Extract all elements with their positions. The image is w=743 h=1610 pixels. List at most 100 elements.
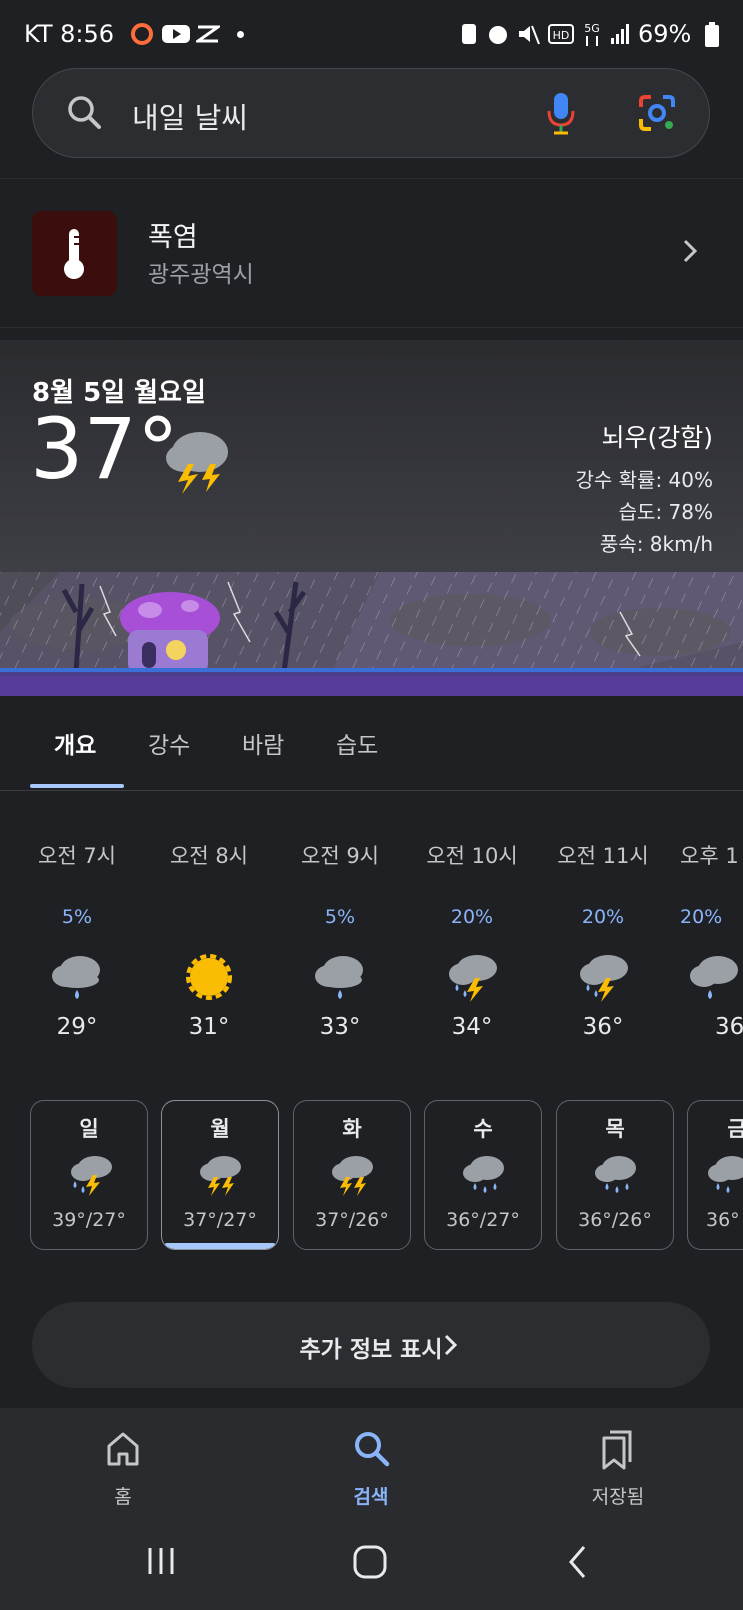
hour-temp: 36°	[582, 1014, 624, 1040]
day-temps: 36°/27°	[446, 1209, 520, 1231]
search-input[interactable]: 내일 날씨	[132, 95, 248, 137]
chevron-right-icon	[680, 237, 700, 265]
hour-time: 오전 7시	[38, 844, 116, 868]
thunderstorm-icon	[162, 424, 234, 496]
rain-icon	[285, 952, 395, 1002]
search-icon	[65, 93, 105, 133]
hour-time: 오전 10시	[426, 844, 518, 868]
alarm-icon	[486, 22, 510, 46]
tab-precipitation[interactable]: 강수	[148, 726, 190, 760]
hour-time: 오후 1	[680, 844, 739, 868]
search-bar[interactable]: 내일 날씨	[32, 68, 710, 158]
status-bar: KT 8:56 HD 5G 69%	[0, 0, 743, 68]
thunderstorm-icon	[548, 952, 658, 1002]
home-icon	[105, 1430, 141, 1468]
day-card-tue[interactable]: 화 37°/26°	[293, 1100, 411, 1250]
day-temps: 36°	[706, 1209, 740, 1231]
back-icon[interactable]	[566, 1544, 590, 1580]
battery-percent: 69%	[638, 20, 692, 48]
day-card-fri[interactable]: 금 36°	[687, 1100, 743, 1250]
day-card-sun[interactable]: 일 39°/27°	[30, 1100, 148, 1250]
chevron-right-icon	[442, 1332, 460, 1358]
day-name: 수	[473, 1117, 493, 1141]
alert-icon-box	[32, 211, 117, 296]
day-temps: 37°/27°	[183, 1209, 257, 1231]
svg-text:HD: HD	[553, 29, 570, 42]
hour-temp: 36	[715, 1014, 743, 1040]
signal-icon	[610, 22, 632, 46]
nav-saved[interactable]: 저장됨	[558, 1408, 678, 1514]
humidity: 습도: 78%	[618, 500, 713, 524]
home-button-icon[interactable]	[352, 1544, 388, 1580]
weather-condition: 뇌우(강함)	[601, 423, 713, 452]
tab-overview[interactable]: 개요	[54, 726, 96, 760]
hour-time: 오전 11시	[557, 844, 649, 868]
day-temps: 36°/26°	[578, 1209, 652, 1231]
bottom-navigation: 홈 검색 저장됨	[0, 1408, 743, 1514]
thunderstorm-icon	[31, 1153, 147, 1197]
thunderstorm-icon	[294, 1153, 410, 1197]
app-notification-icon	[193, 24, 223, 44]
weather-tabs: 개요 강수 바람 습도	[0, 696, 743, 791]
hd-icon: HD	[548, 22, 574, 46]
day-card-thu[interactable]: 목 36°/26°	[556, 1100, 674, 1250]
day-name: 화	[342, 1117, 362, 1141]
thunderstorm-icon	[162, 1153, 278, 1197]
hour-time: 오전 9시	[301, 844, 379, 868]
nav-home[interactable]: 홈	[63, 1408, 183, 1514]
hour-precip-prob: 20%	[680, 906, 723, 928]
hour-temp: 34°	[451, 1014, 493, 1040]
hour-precip-prob: 20%	[450, 906, 494, 928]
day-card-wed[interactable]: 수 36°/27°	[424, 1100, 542, 1250]
hour-precip-prob: 5%	[61, 906, 93, 928]
rain-icon	[557, 1153, 673, 1197]
more-notifications-dot	[237, 31, 244, 38]
nav-saved-label: 저장됨	[591, 1486, 645, 1508]
more-info-label: 추가 정보 표시	[299, 1337, 443, 1363]
hour-temp: 29°	[56, 1014, 98, 1040]
search-icon	[353, 1430, 391, 1468]
rain-icon	[680, 952, 743, 1002]
nav-home-label: 홈	[114, 1486, 132, 1508]
day-name: 금	[688, 1113, 743, 1143]
hour-temp: 31°	[188, 1014, 230, 1040]
battery-icon	[704, 22, 720, 48]
notification-icon	[130, 22, 154, 46]
hour-temp: 33°	[319, 1014, 361, 1040]
sun-icon	[154, 952, 264, 1002]
tab-indicator	[30, 784, 124, 788]
tab-humidity[interactable]: 습도	[336, 726, 378, 760]
rain-icon	[22, 952, 132, 1002]
svg-text:5G: 5G	[584, 22, 600, 35]
weather-illustration	[0, 572, 743, 696]
day-card-mon[interactable]: 월 37°/27°	[161, 1100, 279, 1250]
wind-speed: 풍속: 8km/h	[599, 532, 713, 556]
day-name: 일	[79, 1117, 99, 1141]
google-lens-icon[interactable]	[637, 93, 677, 133]
day-name: 월	[210, 1117, 230, 1141]
day-temps: 39°/27°	[52, 1209, 126, 1231]
weather-hero: 8월 5일 월요일 37° 뇌우(강함) 강수 확률: 40% 습도: 78% …	[0, 340, 743, 696]
nav-search[interactable]: 검색	[311, 1408, 431, 1514]
rain-icon	[688, 1153, 743, 1197]
hour-time: 오전 8시	[170, 844, 248, 868]
carrier-time: KT 8:56	[24, 20, 115, 48]
thermometer-icon	[61, 227, 87, 281]
hour-precip-prob: 20%	[581, 906, 625, 928]
nav-search-label: 검색	[353, 1486, 389, 1508]
tab-wind[interactable]: 바람	[242, 726, 284, 760]
current-temperature: 37°	[30, 400, 179, 498]
youtube-icon	[162, 24, 190, 44]
alert-location: 광주광역시	[148, 262, 254, 288]
precipitation-chance: 강수 확률: 40%	[575, 468, 713, 492]
recent-apps-icon[interactable]	[144, 1544, 178, 1578]
thunderstorm-icon	[417, 952, 527, 1002]
microphone-icon[interactable]	[545, 91, 577, 135]
heat-alert-card[interactable]: 폭염 광주광역시	[0, 178, 743, 328]
day-temps: 37°/26°	[315, 1209, 389, 1231]
5g-icon: 5G	[580, 20, 604, 48]
rain-icon	[425, 1153, 541, 1197]
selected-day-indicator	[164, 1243, 276, 1249]
more-info-button[interactable]: 추가 정보 표시	[32, 1302, 710, 1388]
day-name: 목	[605, 1117, 625, 1141]
